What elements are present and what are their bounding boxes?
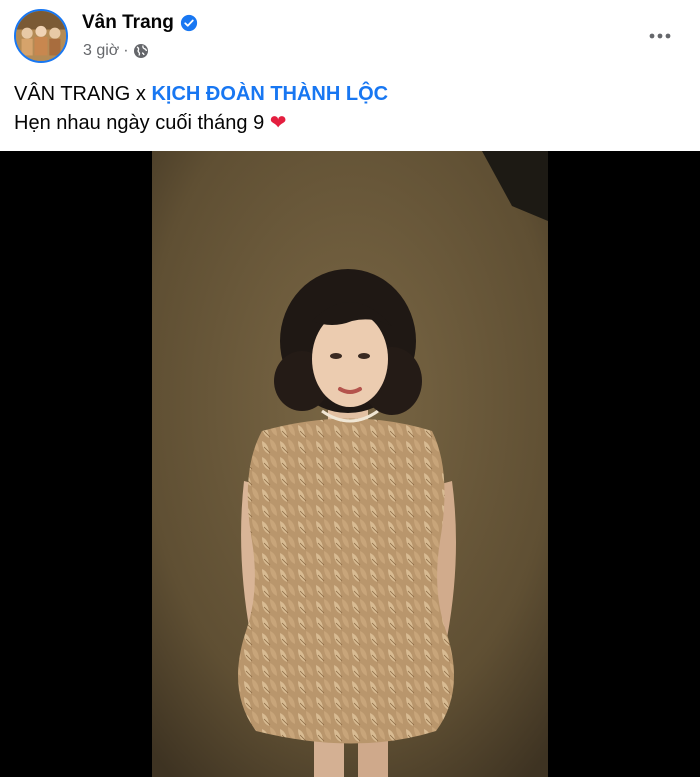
author-avatar[interactable]: [14, 9, 68, 63]
mention-link[interactable]: KỊCH ĐOÀN THÀNH LỘC: [151, 83, 388, 105]
caption-line-1: VÂN TRANG x KỊCH ĐOÀN THÀNH LỘC: [14, 80, 388, 109]
post-timestamp[interactable]: 3 giờ: [83, 42, 119, 60]
meta-separator: ·: [123, 42, 129, 59]
caption-line-2: Hẹn nhau ngày cuối tháng 9 ❤: [14, 109, 388, 138]
avatar-image: [16, 11, 66, 61]
caption-text: Hẹn nhau ngày cuối tháng 9: [14, 112, 270, 134]
post-photo[interactable]: [152, 151, 548, 777]
red-heart-emoji: ❤: [269, 112, 287, 134]
post-header: Vân Trang 3 giờ ·: [0, 0, 700, 72]
more-options-icon[interactable]: [648, 24, 672, 48]
globe-icon[interactable]: [133, 43, 149, 59]
caption-prefix: VÂN TRANG x: [14, 83, 152, 105]
verified-badge-icon: [180, 14, 197, 32]
author-name[interactable]: Vân Trang: [82, 12, 174, 34]
photo-image: [152, 151, 548, 777]
post-media[interactable]: [0, 151, 700, 777]
post-caption: VÂN TRANG x KỊCH ĐOÀN THÀNH LỘC Hẹn nhau…: [14, 80, 388, 138]
